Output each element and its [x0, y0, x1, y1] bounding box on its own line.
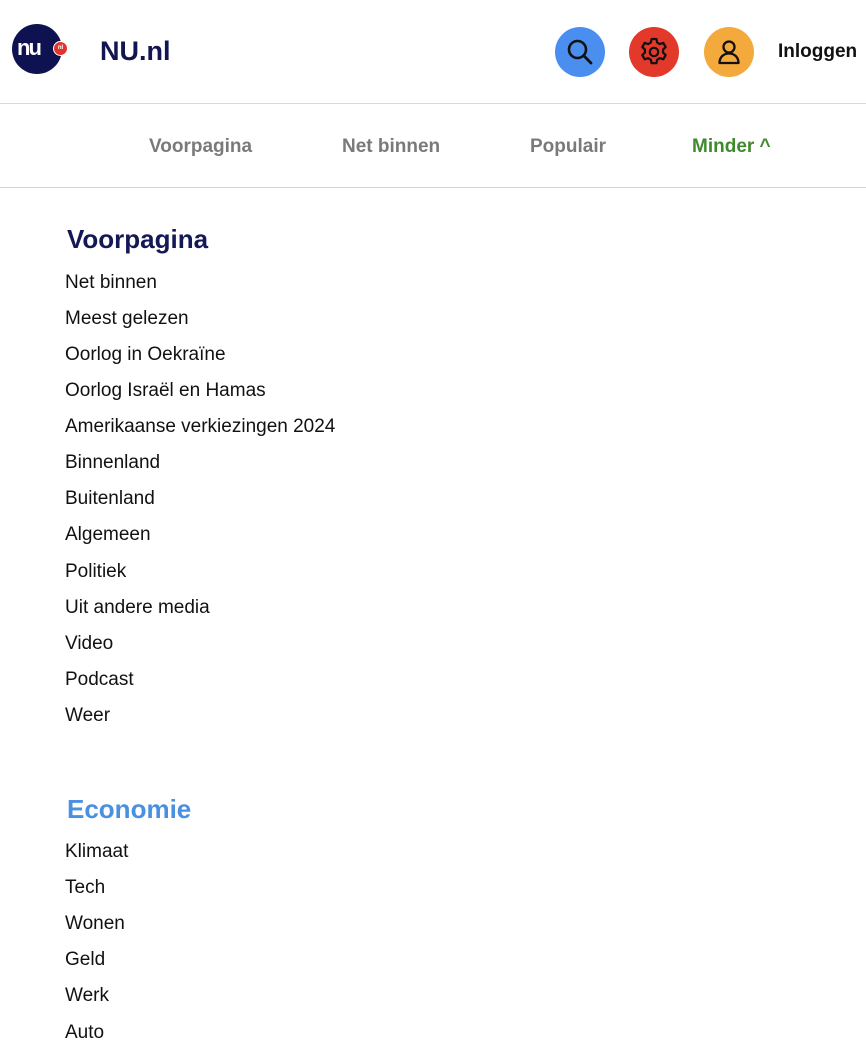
logo-badge: nl — [53, 41, 68, 56]
tab-minder-toggle[interactable]: Minder ^ — [692, 136, 771, 158]
site-header: nu nl NU.nl Inloggen — [0, 0, 866, 104]
user-icon — [718, 40, 740, 65]
menu-link[interactable]: Algemeen — [65, 523, 151, 547]
settings-button[interactable] — [629, 27, 679, 77]
menu-link[interactable]: Oorlog Israël en Hamas — [65, 379, 266, 403]
account-button[interactable] — [704, 27, 754, 77]
section-title-voorpagina[interactable]: Voorpagina — [67, 224, 208, 254]
section-title-economie[interactable]: Economie — [67, 794, 191, 824]
tab-populair[interactable]: Populair — [530, 136, 606, 158]
nu-logo[interactable]: nu nl — [12, 24, 68, 74]
menu-link[interactable]: Podcast — [65, 668, 134, 692]
menu-link[interactable]: Tech — [65, 876, 105, 900]
search-button[interactable] — [555, 27, 605, 77]
menu-link[interactable]: Klimaat — [65, 840, 128, 864]
tab-voorpagina[interactable]: Voorpagina — [149, 136, 252, 158]
menu-link[interactable]: Uit andere media — [65, 596, 210, 620]
logo-text: nu — [17, 35, 42, 60]
tab-net-binnen[interactable]: Net binnen — [342, 136, 440, 158]
menu-link[interactable]: Amerikaanse verkiezingen 2024 — [65, 415, 335, 439]
gear-icon — [641, 37, 667, 65]
menu-link[interactable]: Wonen — [65, 912, 125, 936]
menu-link[interactable]: Geld — [65, 948, 105, 972]
menu-link[interactable]: Werk — [65, 984, 109, 1008]
search-icon — [567, 39, 593, 65]
menu-link[interactable]: Meest gelezen — [65, 307, 189, 331]
menu-link[interactable]: Oorlog in Oekraïne — [65, 343, 226, 367]
login-link[interactable]: Inloggen — [778, 41, 857, 63]
menu-link[interactable]: Binnenland — [65, 451, 160, 475]
menu-link[interactable]: Politiek — [65, 560, 126, 584]
menu-link[interactable]: Auto — [65, 1021, 104, 1045]
menu-link[interactable]: Video — [65, 632, 113, 656]
site-name[interactable]: NU.nl — [100, 35, 171, 67]
menu-link[interactable]: Buitenland — [65, 487, 155, 511]
menu-link[interactable]: Weer — [65, 704, 110, 728]
menu-link[interactable]: Net binnen — [65, 271, 157, 295]
